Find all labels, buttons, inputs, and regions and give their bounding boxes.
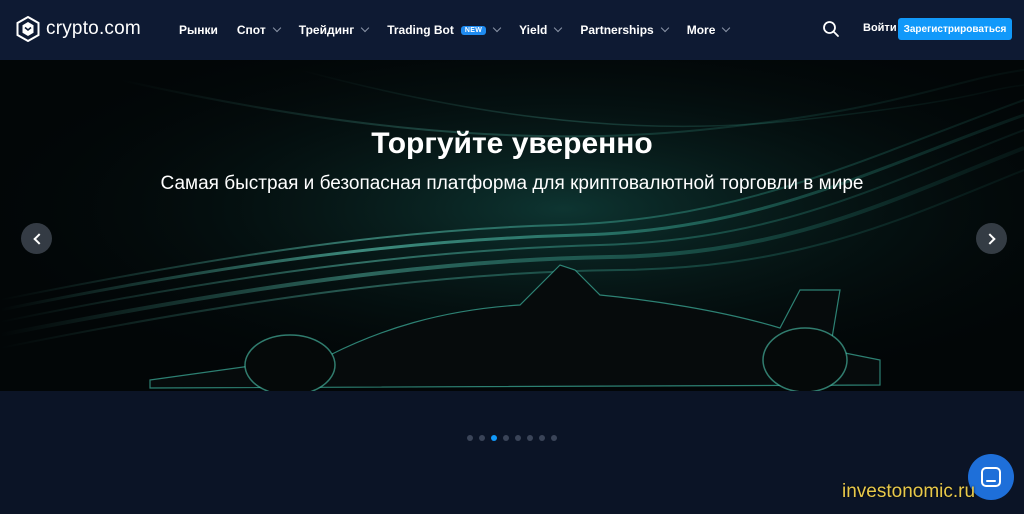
carousel-dot[interactable] xyxy=(479,435,485,441)
nav-item-label: Спот xyxy=(236,23,266,37)
nav-item-label: Partnerships xyxy=(580,23,654,37)
carousel-dot[interactable] xyxy=(515,435,521,441)
nav-item-trading-bot[interactable]: Trading Bot NEW xyxy=(387,23,502,37)
carousel-dot[interactable] xyxy=(467,435,473,441)
carousel-dot[interactable] xyxy=(503,435,509,441)
nav-item-partnerships[interactable]: Partnerships xyxy=(580,23,669,37)
hero-subtitle: Самая быстрая и безопасная платформа для… xyxy=(160,173,864,194)
nav-item-label: Рынки xyxy=(179,23,218,37)
nav-item-more[interactable]: More xyxy=(686,23,731,37)
signup-button[interactable]: Зарегистрироваться xyxy=(898,18,1012,40)
logo[interactable]: crypto.com xyxy=(16,16,141,42)
carousel-dot[interactable] xyxy=(491,435,497,441)
nav-item-yield[interactable]: Yield xyxy=(519,23,563,37)
main-nav: Рынки Спот Трейдинг Trading Bot NEW Yield Part… xyxy=(179,0,748,60)
nav-item-label: Yield xyxy=(519,23,548,37)
chevron-down-icon xyxy=(660,23,669,33)
nav-item-label: Трейдинг xyxy=(298,23,355,37)
page: crypto.com Рынки Спот Трейдинг Trading Bot N… xyxy=(0,0,1024,514)
chevron-down-icon xyxy=(360,23,370,33)
hero-background-image xyxy=(0,60,1024,391)
carousel-dot[interactable] xyxy=(527,435,533,441)
carousel-dot[interactable] xyxy=(539,435,545,441)
carousel-prev-button[interactable] xyxy=(21,223,52,254)
chevron-left-icon xyxy=(32,232,45,245)
chevron-down-icon xyxy=(722,23,731,33)
top-navbar: crypto.com Рынки Спот Трейдинг Trading Bot N… xyxy=(0,0,1024,60)
carousel-dot[interactable] xyxy=(551,435,557,441)
nav-item-label: Trading Bot xyxy=(387,23,454,37)
hero-title: Торгуйте уверенно xyxy=(371,127,653,160)
crypto-com-logo-icon xyxy=(16,16,40,42)
chevron-down-icon xyxy=(492,23,502,33)
search-icon[interactable] xyxy=(822,20,840,38)
nav-item-спот[interactable]: Спот xyxy=(236,23,281,37)
carousel-pagination xyxy=(467,435,557,441)
nav-item-label: More xyxy=(686,23,716,37)
new-badge: NEW xyxy=(460,25,487,35)
login-link[interactable]: Войти xyxy=(863,22,897,34)
carousel-next-button[interactable] xyxy=(976,223,1007,254)
chevron-down-icon xyxy=(272,23,281,33)
chevron-right-icon xyxy=(983,232,996,245)
hero-banner: Торгуйте уверенно Самая быстрая и безопа… xyxy=(0,60,1024,391)
watermark: investonomic.ru xyxy=(842,481,976,502)
nav-item-рынки[interactable]: Рынки xyxy=(179,23,218,37)
chat-icon xyxy=(981,467,1001,487)
nav-item-трейдинг[interactable]: Трейдинг xyxy=(298,23,370,37)
logo-text: crypto.com xyxy=(46,18,141,39)
chevron-down-icon xyxy=(554,23,563,33)
